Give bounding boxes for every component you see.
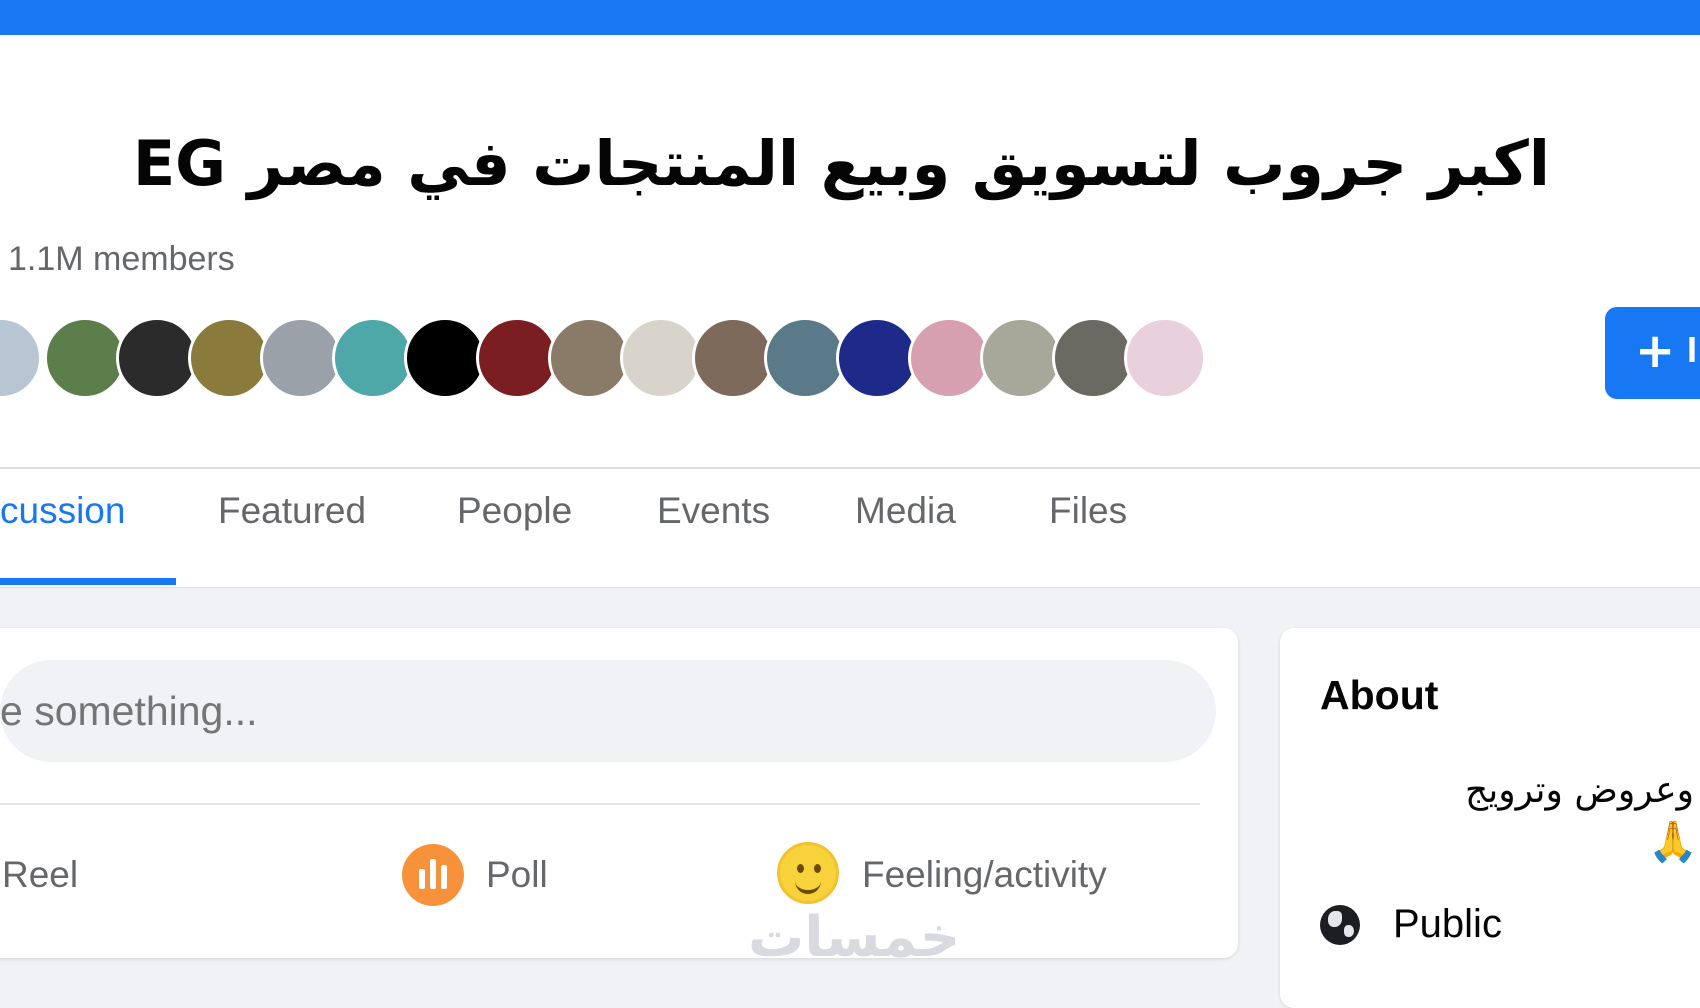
pray-icon: 🙏 [1648, 819, 1698, 865]
poll-label: Poll [486, 854, 548, 895]
tab-people[interactable]: People [457, 490, 572, 532]
avatar[interactable] [260, 317, 342, 399]
about-title: About [1320, 672, 1439, 718]
tab-events[interactable]: Events [657, 490, 770, 532]
avatar[interactable] [116, 317, 198, 399]
tab-files[interactable]: Files [1049, 490, 1127, 532]
plus-icon: + [1635, 323, 1676, 379]
avatar[interactable] [692, 317, 774, 399]
avatar[interactable] [836, 317, 918, 399]
avatar[interactable] [1052, 317, 1134, 399]
tab-media[interactable]: Media [855, 490, 956, 532]
join-button-label: I [1687, 329, 1698, 370]
group-title: اكبر جروب لتسويق وبيع المنتجات في مصر EG [132, 127, 1550, 200]
avatar[interactable] [764, 317, 846, 399]
avatar[interactable] [980, 317, 1062, 399]
reel-label: Reel [2, 854, 79, 895]
privacy-label: Public [1393, 902, 1502, 946]
tab-featured[interactable]: Featured [218, 490, 366, 532]
avatar[interactable] [548, 317, 630, 399]
top-navigation-bar [0, 0, 1700, 35]
member-count[interactable]: 1.1M members [8, 240, 235, 279]
poll-icon [402, 844, 464, 906]
join-group-button[interactable]: + I [1605, 307, 1700, 399]
avatar[interactable] [476, 317, 558, 399]
avatar[interactable] [44, 317, 126, 399]
avatar[interactable] [188, 317, 270, 399]
globe-icon [1320, 905, 1360, 945]
avatar[interactable] [620, 317, 702, 399]
group-tabs: cussion Featured People Events Media Fil… [0, 462, 1700, 587]
tab-discussion[interactable]: cussion [0, 490, 125, 532]
poll-button[interactable]: Poll [402, 842, 582, 912]
avatar[interactable] [0, 317, 42, 399]
reel-button[interactable]: Reel [0, 842, 120, 912]
avatar[interactable] [332, 317, 414, 399]
feeling-activity-label: Feeling/activity [862, 854, 1107, 895]
composer-divider [0, 803, 1200, 805]
post-input[interactable] [0, 660, 1216, 762]
active-tab-indicator [0, 578, 176, 585]
watermark: خمسات [748, 905, 961, 970]
avatar[interactable] [404, 317, 486, 399]
feeling-activity-button[interactable]: Feeling/activity [777, 842, 1147, 912]
about-description: وعروض وترويج [1465, 770, 1694, 811]
smiley-icon [777, 842, 839, 904]
avatar[interactable] [908, 317, 990, 399]
avatar[interactable] [1124, 317, 1206, 399]
